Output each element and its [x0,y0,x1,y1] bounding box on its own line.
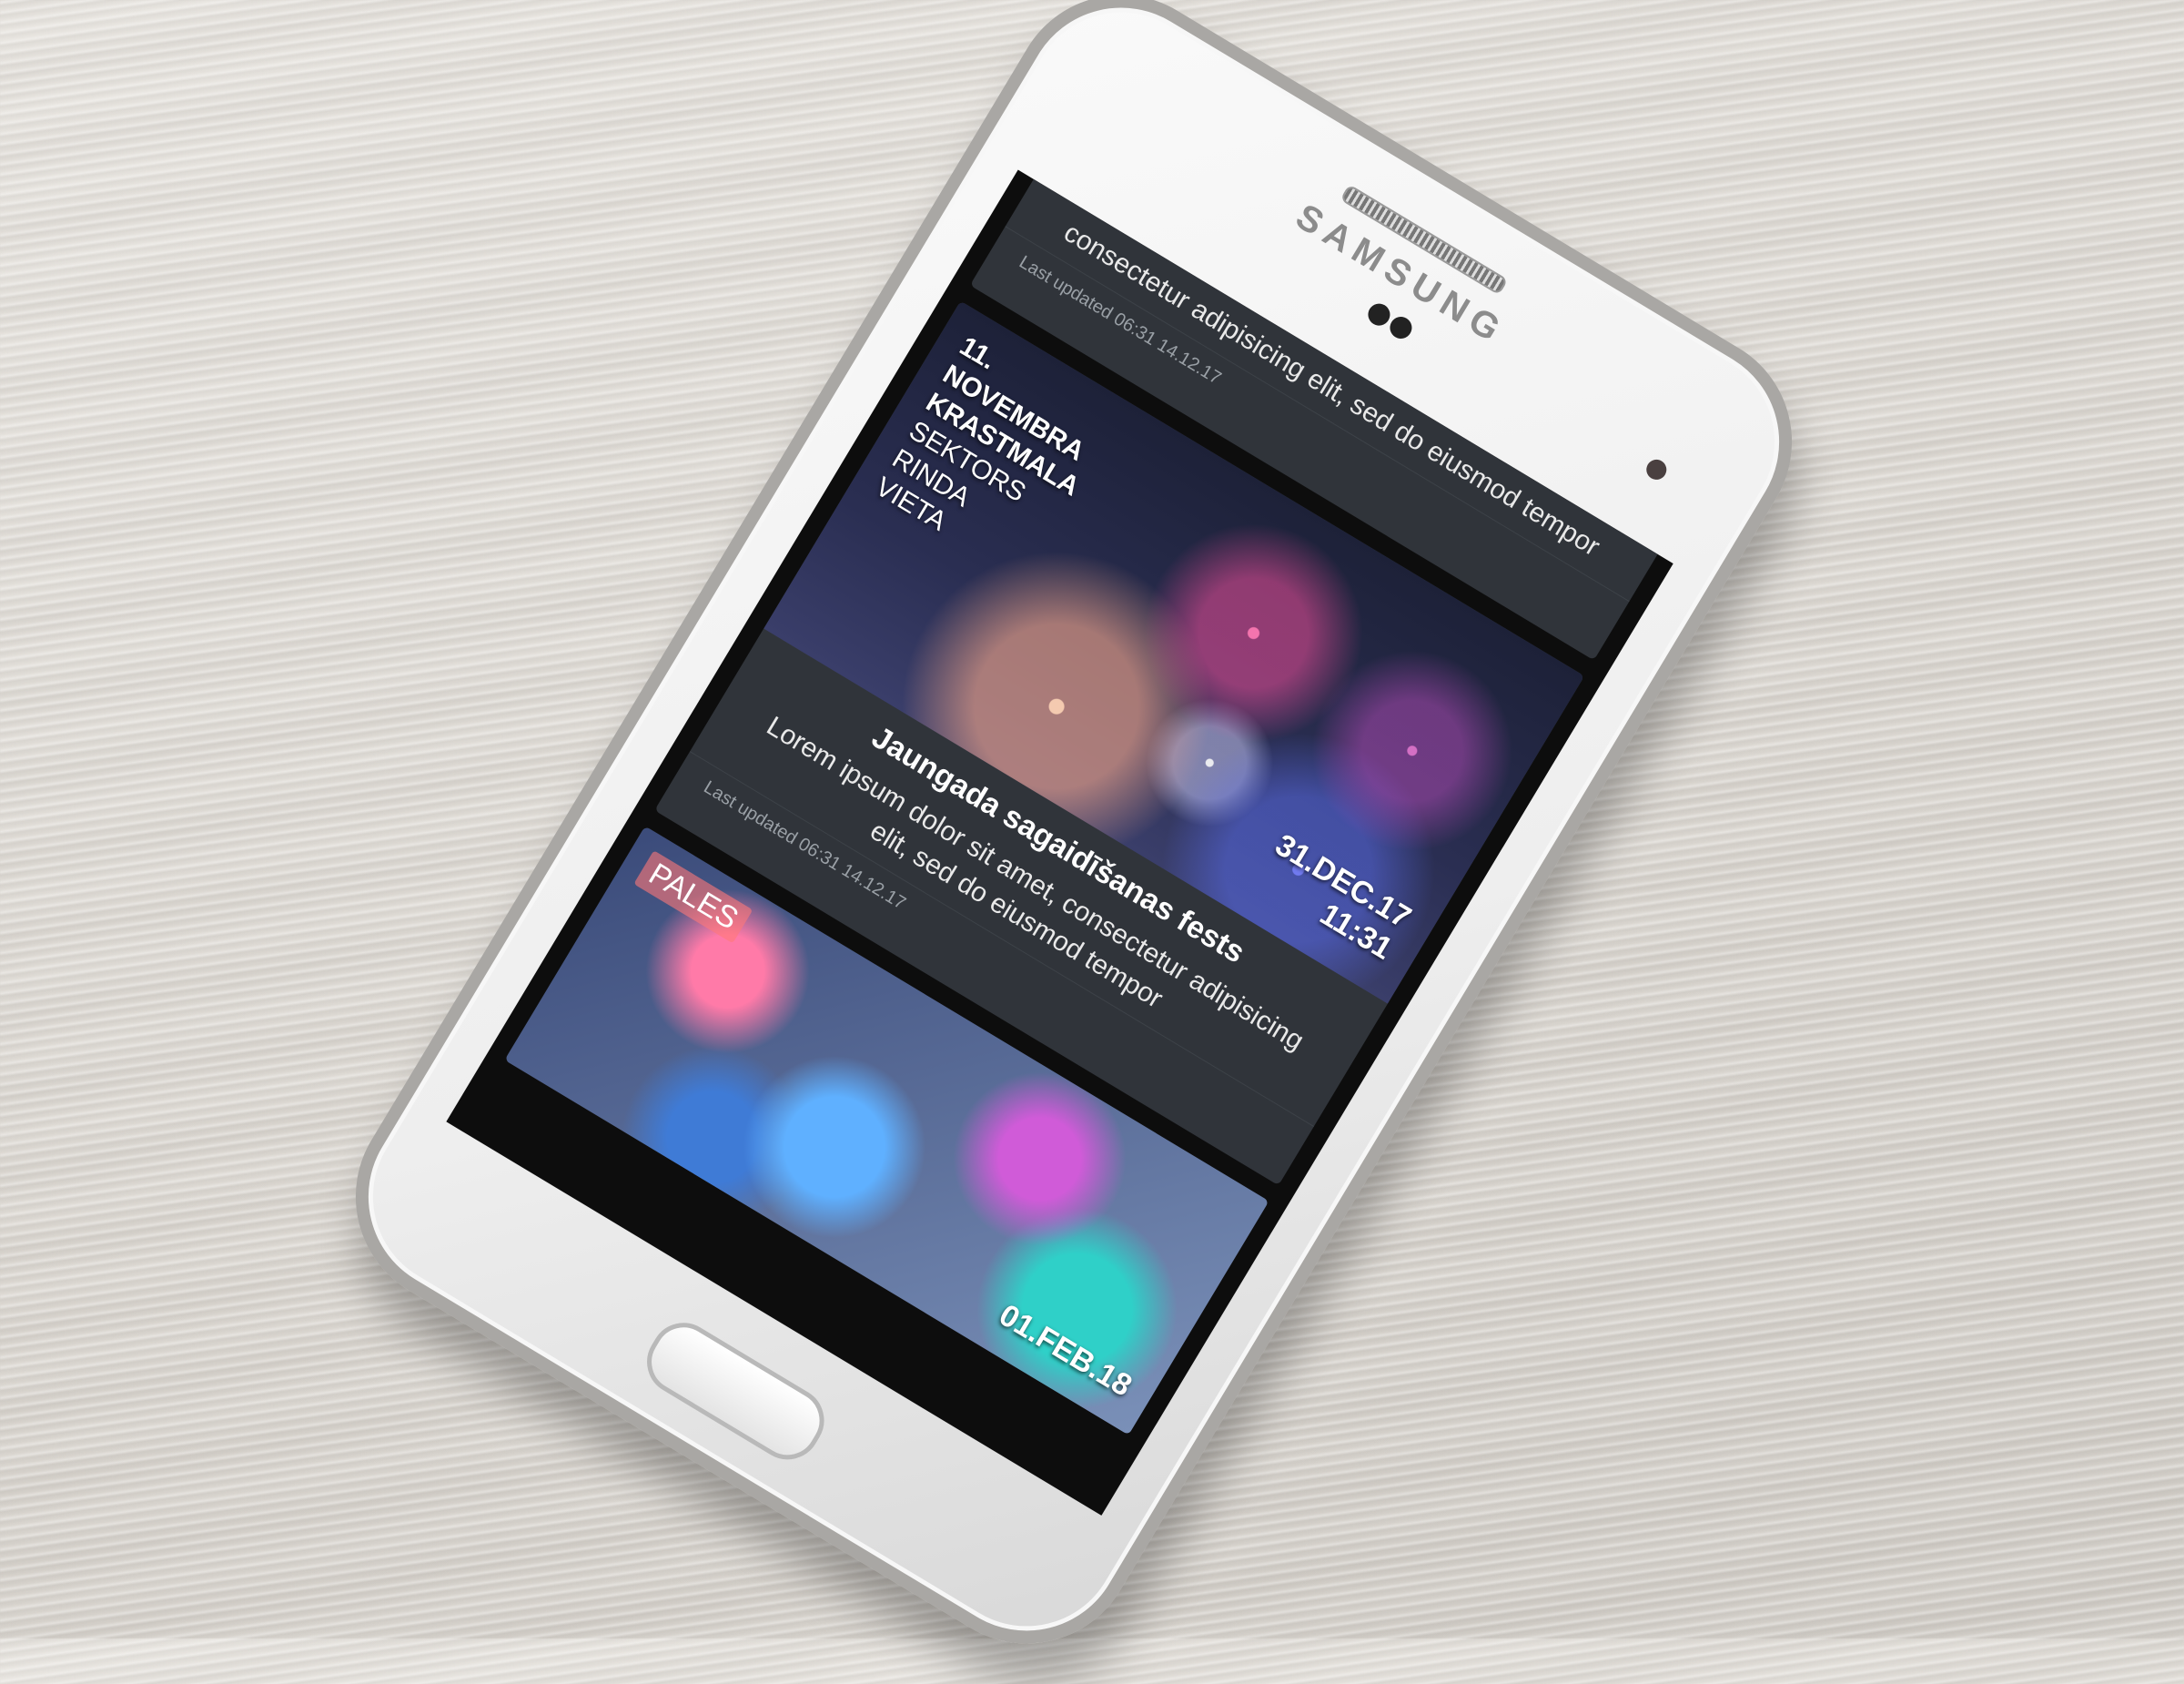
smartphone: SAMSUNG consectetur adipisicing elit, se… [315,0,1833,1684]
photo-scene: SAMSUNG consectetur adipisicing elit, se… [0,0,2184,1684]
event-date: 01.FEB.18 [993,1297,1138,1404]
ticket-info: 11. NOVEMBRA KRASTMALA SEKTORS RINDA VIE… [869,330,1118,588]
event-label: PALES [633,850,753,944]
